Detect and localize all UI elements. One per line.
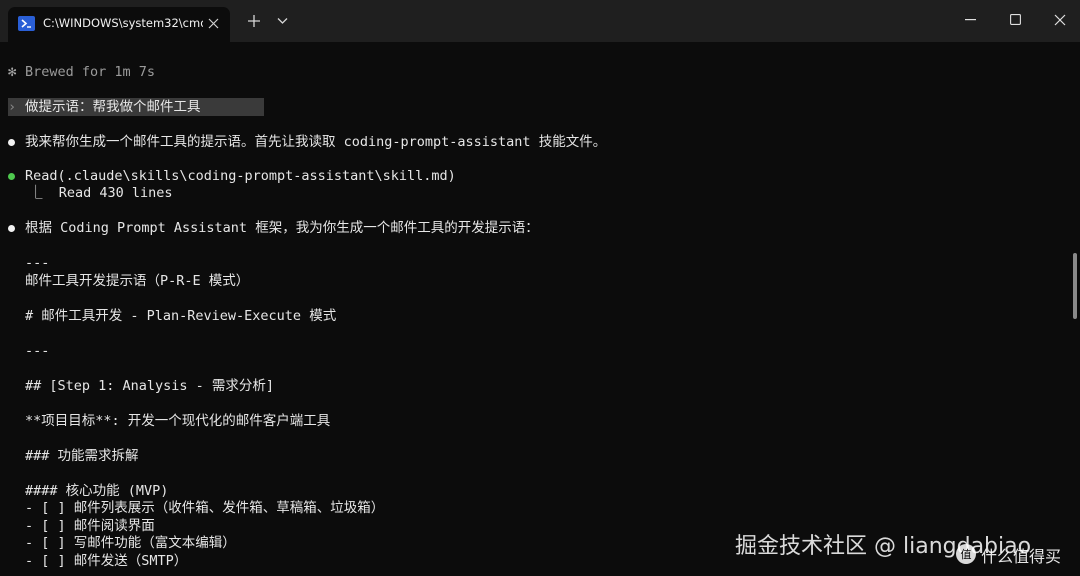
svg-text:值: 值: [961, 548, 972, 561]
close-icon[interactable]: [1054, 14, 1066, 26]
tool-status-dot-icon: [8, 166, 15, 186]
prompt-chevron-icon: ›: [8, 99, 17, 115]
output-line: - [ ] 邮件发送（SMTP）: [25, 553, 188, 569]
bullet-icon: [8, 218, 15, 238]
terminal-tab[interactable]: C:\WINDOWS\system32\cmd.: [8, 7, 230, 42]
output-line: ---: [25, 255, 50, 271]
close-tab-icon[interactable]: [208, 18, 219, 29]
minimize-icon[interactable]: [965, 19, 976, 21]
watermark-site: 什么值得买: [981, 547, 1062, 566]
assistant-response-1: 我来帮你生成一个邮件工具的提示语。首先让我读取 coding-prompt-as…: [25, 134, 607, 150]
chevron-down-icon[interactable]: [277, 17, 288, 25]
output-line: - [ ] 写邮件功能（富文本编辑）: [25, 535, 236, 551]
plus-icon[interactable]: [247, 14, 261, 28]
powershell-icon: [18, 16, 35, 31]
brewed-star-icon: ✻: [8, 64, 17, 80]
bullet-icon: [8, 132, 15, 152]
tool-result: ⎿ Read 430 lines: [29, 185, 173, 201]
output-line: # 邮件工具开发 - Plan-Review-Execute 模式: [25, 308, 337, 324]
output-line: - [ ] 邮件列表展示（收件箱、发件箱、草稿箱、垃圾箱）: [25, 500, 385, 516]
output-line: ## [Step 1: Analysis - 需求分析]: [25, 378, 275, 394]
terminal-output[interactable]: ✻ Brewed for 1m 7s › 做提示语：帮我做个邮件工具 我来帮你生…: [0, 42, 1064, 576]
output-line: ### 功能需求拆解: [25, 448, 139, 464]
scrollbar-thumb[interactable]: [1073, 253, 1077, 319]
output-line: ---: [25, 343, 50, 359]
tab-title: C:\WINDOWS\system32\cmd.: [43, 16, 203, 30]
maximize-icon[interactable]: [1010, 14, 1021, 25]
brewed-status: Brewed for 1m 7s: [25, 64, 156, 80]
assistant-response-2: 根据 Coding Prompt Assistant 框架，我为你生成一个邮件工…: [25, 220, 539, 236]
output-line: **项目目标**: 开发一个现代化的邮件客户端工具: [25, 413, 331, 429]
output-line: 邮件工具开发提示语（P-R-E 模式）: [25, 273, 250, 289]
user-prompt: 做提示语：帮我做个邮件工具: [25, 99, 201, 115]
watermark-logo-icon: 值: [956, 544, 976, 564]
title-bar: C:\WINDOWS\system32\cmd.: [0, 0, 1080, 42]
